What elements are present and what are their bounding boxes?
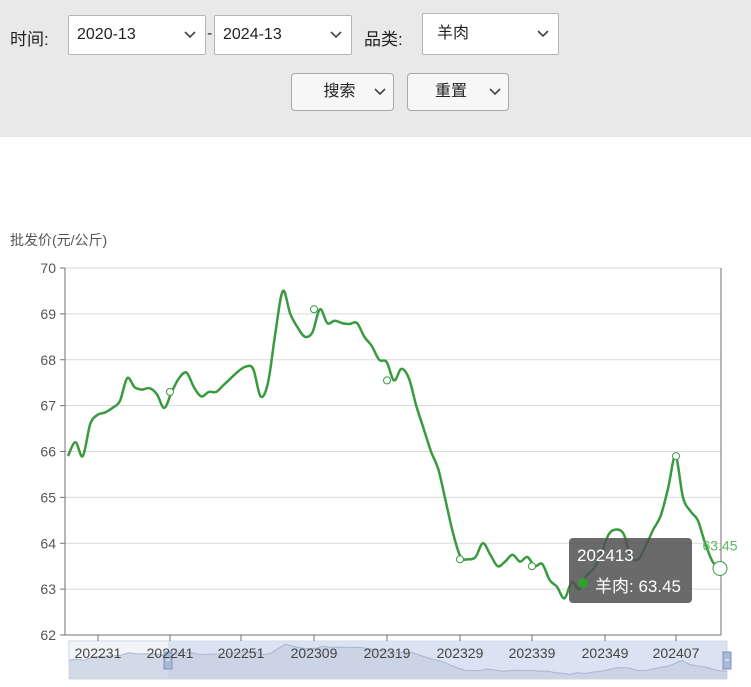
y-axis-ticks: 62 63 64 65 66 67 68 69 70 — [40, 260, 65, 643]
x-tick-label: 202407 — [653, 645, 700, 661]
x-tick-label: 202349 — [582, 645, 629, 661]
x-tick-label: 202309 — [291, 645, 338, 661]
data-point-marker[interactable] — [310, 305, 318, 314]
y-tick-label: 70 — [40, 260, 56, 276]
y-axis-title: 批发价(元/公斤) — [10, 232, 107, 248]
y-tick-label: 63 — [40, 581, 56, 597]
end-value-label: 63.45 — [702, 537, 737, 553]
tooltip-title: 202413 — [577, 546, 634, 565]
data-point-marker[interactable] — [166, 387, 174, 396]
x-tick-label: 202241 — [147, 645, 194, 661]
y-tick-label: 64 — [40, 535, 56, 551]
x-tick-label: 202329 — [437, 645, 484, 661]
y-tick-label: 65 — [40, 489, 56, 505]
end-point-marker[interactable] — [712, 560, 728, 576]
x-tick-label: 202339 — [509, 645, 556, 661]
y-tick-label: 69 — [40, 306, 56, 322]
x-tick-label: 202251 — [218, 645, 265, 661]
x-axis-ticks: 202231 202241 202251 202309 202319 202329 2023… — [75, 635, 700, 661]
chart-tooltip: 202413 羊肉: 63.45 — [569, 538, 692, 603]
data-point-marker[interactable] — [456, 555, 464, 564]
y-tick-label: 66 — [40, 444, 56, 460]
series-color-dot — [578, 578, 588, 588]
tooltip-series-value: 羊肉: 63.45 — [595, 577, 681, 596]
x-tick-label: 202231 — [75, 645, 122, 661]
y-tick-label: 68 — [40, 352, 56, 368]
data-point-marker[interactable] — [383, 376, 391, 385]
y-tick-label: 62 — [40, 627, 56, 643]
y-tick-label: 67 — [40, 398, 56, 414]
data-point-marker[interactable] — [672, 452, 680, 461]
x-tick-label: 202319 — [364, 645, 411, 661]
data-point-marker[interactable] — [528, 562, 536, 571]
